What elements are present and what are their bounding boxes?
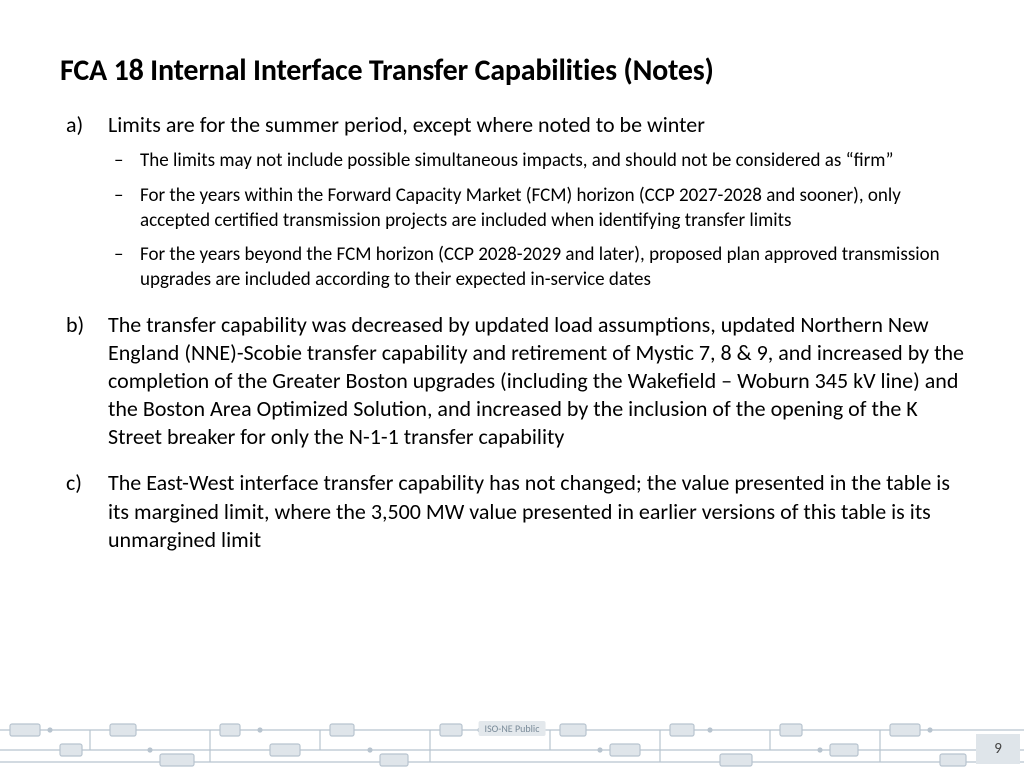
note-text-c: The East-West interface transfer capabil… bbox=[108, 469, 950, 552]
marker-a: a) bbox=[66, 111, 83, 139]
slide: FCA 18 Internal Interface Transfer Capab… bbox=[0, 0, 1024, 768]
marker-c: c) bbox=[66, 469, 82, 497]
slide-title: FCA 18 Internal Interface Transfer Capab… bbox=[60, 52, 964, 89]
sub-list-a: The limits may not include possible simu… bbox=[108, 149, 964, 292]
circuit-icon bbox=[0, 710, 1024, 768]
sub-item-a2: For the years within the Forward Capacit… bbox=[108, 184, 964, 233]
note-text-a: Limits are for the summer period, except… bbox=[108, 111, 705, 138]
note-text-b: The transfer capability was decreased by… bbox=[108, 311, 964, 451]
sub-item-a1: The limits may not include possible simu… bbox=[108, 149, 964, 174]
notes-list: a) Limits are for the summer period, exc… bbox=[60, 111, 964, 554]
sub-item-a3: For the years beyond the FCM horizon (CC… bbox=[108, 243, 964, 292]
footer-decoration: ISO-NE Public 9 bbox=[0, 710, 1024, 768]
note-item-c: c) The East-West interface transfer capa… bbox=[60, 469, 964, 553]
note-item-a: a) Limits are for the summer period, exc… bbox=[60, 111, 964, 293]
note-item-b: b) The transfer capability was decreased… bbox=[60, 311, 964, 452]
classification-label: ISO-NE Public bbox=[479, 721, 546, 736]
page-number: 9 bbox=[976, 734, 1020, 764]
marker-b: b) bbox=[66, 311, 84, 339]
